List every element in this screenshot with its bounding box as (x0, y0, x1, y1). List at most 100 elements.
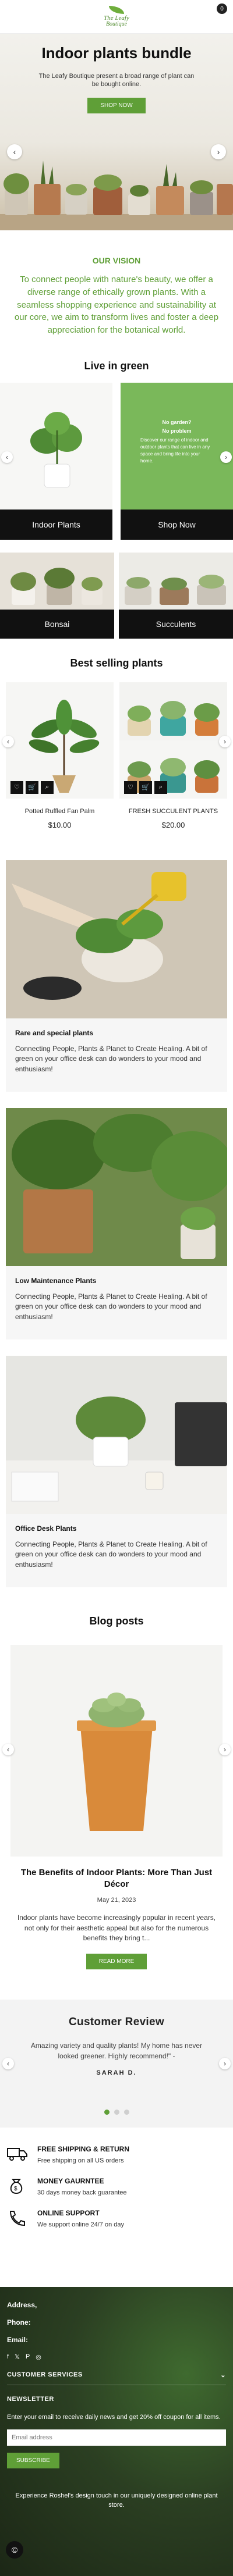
money-bag-icon: $ (10, 2179, 23, 2194)
products-next-arrow[interactable]: › (219, 735, 231, 747)
read-more-button[interactable]: READ MORE (86, 1954, 147, 1970)
succulent-pot-image (77, 1693, 156, 1832)
feature-card[interactable]: Rare and special plants Connecting Peopl… (6, 860, 227, 1092)
vision-heading: OUR VISION (92, 256, 141, 265)
tile-label-indoor-plants: Indoor Plants (0, 509, 112, 540)
x-twitter-icon[interactable]: 𝕏 (15, 2353, 20, 2361)
category-succulents[interactable]: Succulents (119, 552, 233, 639)
site-logo[interactable]: The Leafy Boutique (104, 6, 129, 27)
hero-next-arrow[interactable]: › (211, 144, 226, 159)
no-garden-promo-box: No garden? No problem Discover our range… (121, 382, 233, 510)
product-name[interactable]: Potted Ruffled Fan Palm (6, 808, 114, 815)
service-item: FREE SHIPPING & RETURN Free shipping on … (7, 2145, 233, 2164)
feature-card[interactable]: Low Maintenance Plants Connecting People… (6, 1107, 227, 1340)
review-pagination (0, 2110, 233, 2115)
review-prev-arrow[interactable]: ‹ (2, 2058, 14, 2070)
live-next-arrow[interactable]: › (220, 451, 232, 463)
newsletter-email-input[interactable] (7, 2429, 226, 2446)
social-links: f 𝕏 P ◎ (7, 2353, 226, 2361)
site-footer: Address, Phone: Email: f 𝕏 P ◎ CUSTOMER … (0, 2287, 233, 2576)
footer-content: Address, Phone: Email: f 𝕏 P ◎ CUSTOMER … (0, 2287, 233, 2524)
vision-text: To connect people with nature's beauty, … (14, 275, 219, 335)
feature-text: Connecting People, Plants & Planet to Cr… (15, 1044, 207, 1073)
vision-section: OUR VISION To connect people with nature… (0, 230, 233, 360)
wishlist-heart-icon[interactable]: ♡ (10, 781, 23, 794)
service-text: Free shipping on all US orders (37, 2157, 124, 2165)
add-to-cart-icon[interactable]: 🛒 (26, 781, 38, 794)
facebook-icon[interactable]: f (7, 2353, 9, 2361)
service-text: 30 days money back guarantee (37, 2189, 127, 2197)
service-title: FREE SHIPPING & RETURN (37, 2145, 130, 2154)
service-item: ONLINE SUPPORT We support online 24/7 on… (7, 2209, 233, 2228)
newsletter-text: Enter your email to receive daily news a… (7, 2414, 221, 2421)
logo-text-line2: Boutique (105, 21, 128, 27)
blog-post-image[interactable] (10, 1645, 223, 1857)
product-image: ♡ 🛒 ⌕ (6, 682, 114, 799)
review-dot-active[interactable] (104, 2110, 110, 2115)
footer-phone: Phone: (7, 2318, 31, 2326)
review-dot[interactable] (114, 2110, 119, 2115)
live-in-green-title: Live in green (84, 359, 149, 372)
quick-view-icon[interactable]: ⌕ (41, 781, 54, 794)
category-label-bonsai: Bonsai (0, 609, 114, 639)
hero-plants-image (0, 161, 233, 230)
cart-count-badge[interactable]: 0 (217, 3, 227, 14)
review-next-arrow[interactable]: › (219, 2058, 231, 2070)
footer-address: Address, (7, 2301, 37, 2309)
feature-body: Rare and special plants Connecting Peopl… (6, 1018, 227, 1092)
service-item: $ MONEY GAURNTEE 30 days money back guar… (7, 2177, 233, 2196)
page: The Leafy Boutique 0 Indoor plants bundl… (0, 0, 233, 2576)
customer-services-accordion[interactable]: CUSTOMER SERVICES ⌄ (7, 2371, 226, 2385)
review-title: Customer Review (69, 2016, 164, 2029)
product-price: $20.00 (161, 820, 185, 829)
product-actions: ♡ 🛒 ⌕ (124, 781, 167, 794)
feature-title: Low Maintenance Plants (15, 1276, 97, 1285)
svg-text:$: $ (14, 2186, 17, 2192)
shop-now-button[interactable]: SHOP NOW (87, 98, 146, 113)
promo-box-text: Discover our range of indoor and outdoor… (140, 437, 210, 464)
feature-title: Office Desk Plants (15, 1524, 77, 1533)
hero-subtitle: The Leafy Boutique present a broad range… (38, 73, 195, 88)
product-image: ♡ 🛒 ⌕ (119, 682, 227, 799)
service-title: MONEY GAURNTEE (37, 2177, 104, 2186)
feature-card[interactable]: Office Desk Plants Connecting People, Pl… (6, 1356, 227, 1588)
category-bonsai[interactable]: Bonsai (0, 552, 114, 639)
product-card[interactable]: ♡ 🛒 ⌕ FRESH SUCCULENT PLANTS $20.00 (119, 682, 227, 829)
site-header: The Leafy Boutique 0 (0, 0, 233, 34)
review-quote: Amazing variety and quality plants! My h… (30, 2041, 203, 2061)
category-row: Bonsai Succulents (0, 552, 233, 639)
service-title: ONLINE SUPPORT (37, 2209, 100, 2218)
product-price: $10.00 (48, 820, 72, 829)
blog-post-date: May 21, 2023 (97, 1897, 136, 1904)
tile-shop-now[interactable]: No garden? No problem Discover our range… (121, 382, 233, 540)
blog-post-title[interactable]: The Benefits of Indoor Plants: More Than… (12, 1867, 221, 1890)
hero-prev-arrow[interactable]: ‹ (7, 144, 22, 159)
add-to-cart-icon[interactable]: 🛒 (139, 781, 152, 794)
low-maintenance-plants-image (6, 1107, 227, 1266)
products-prev-arrow[interactable]: ‹ (2, 735, 14, 747)
product-actions: ♡ 🛒 ⌕ (10, 781, 54, 794)
footer-copyright: Experience Roshel's design touch in our … (15, 2492, 218, 2509)
instagram-icon[interactable]: ◎ (36, 2353, 41, 2361)
bonsai-image (0, 552, 114, 610)
blog-next-arrow[interactable]: › (219, 1744, 231, 1756)
pinterest-icon[interactable]: P (26, 2353, 30, 2361)
product-name[interactable]: FRESH SUCCULENT PLANTS (119, 808, 227, 815)
blog-post-excerpt: Indoor plants have become increasingly p… (17, 1914, 216, 1943)
customer-review-section: Customer Review Amazing variety and qual… (0, 2000, 233, 2128)
rare-plants-image (6, 860, 227, 1018)
tile-indoor-plants[interactable]: Indoor Plants (0, 382, 112, 540)
quick-view-icon[interactable]: ⌕ (154, 781, 167, 794)
wishlist-heart-icon[interactable]: ♡ (124, 781, 137, 794)
tile-label-shop-now: Shop Now (121, 509, 233, 540)
product-card[interactable]: ♡ 🛒 ⌕ Potted Ruffled Fan Palm $10.00 (6, 682, 114, 829)
feature-title: Rare and special plants (15, 1028, 94, 1037)
review-dot[interactable] (123, 2110, 129, 2115)
footer-email: Email: (7, 2336, 29, 2344)
service-text: We support online 24/7 on day (37, 2221, 125, 2229)
feature-text: Connecting People, Plants & Planet to Cr… (15, 1540, 207, 1569)
live-prev-arrow[interactable]: ‹ (1, 451, 13, 463)
subscribe-button[interactable]: SUBSCRIBE (7, 2452, 59, 2468)
hero-banner: Indoor plants bundle The Leafy Boutique … (0, 34, 233, 230)
category-label-succulents: Succulents (119, 609, 233, 639)
